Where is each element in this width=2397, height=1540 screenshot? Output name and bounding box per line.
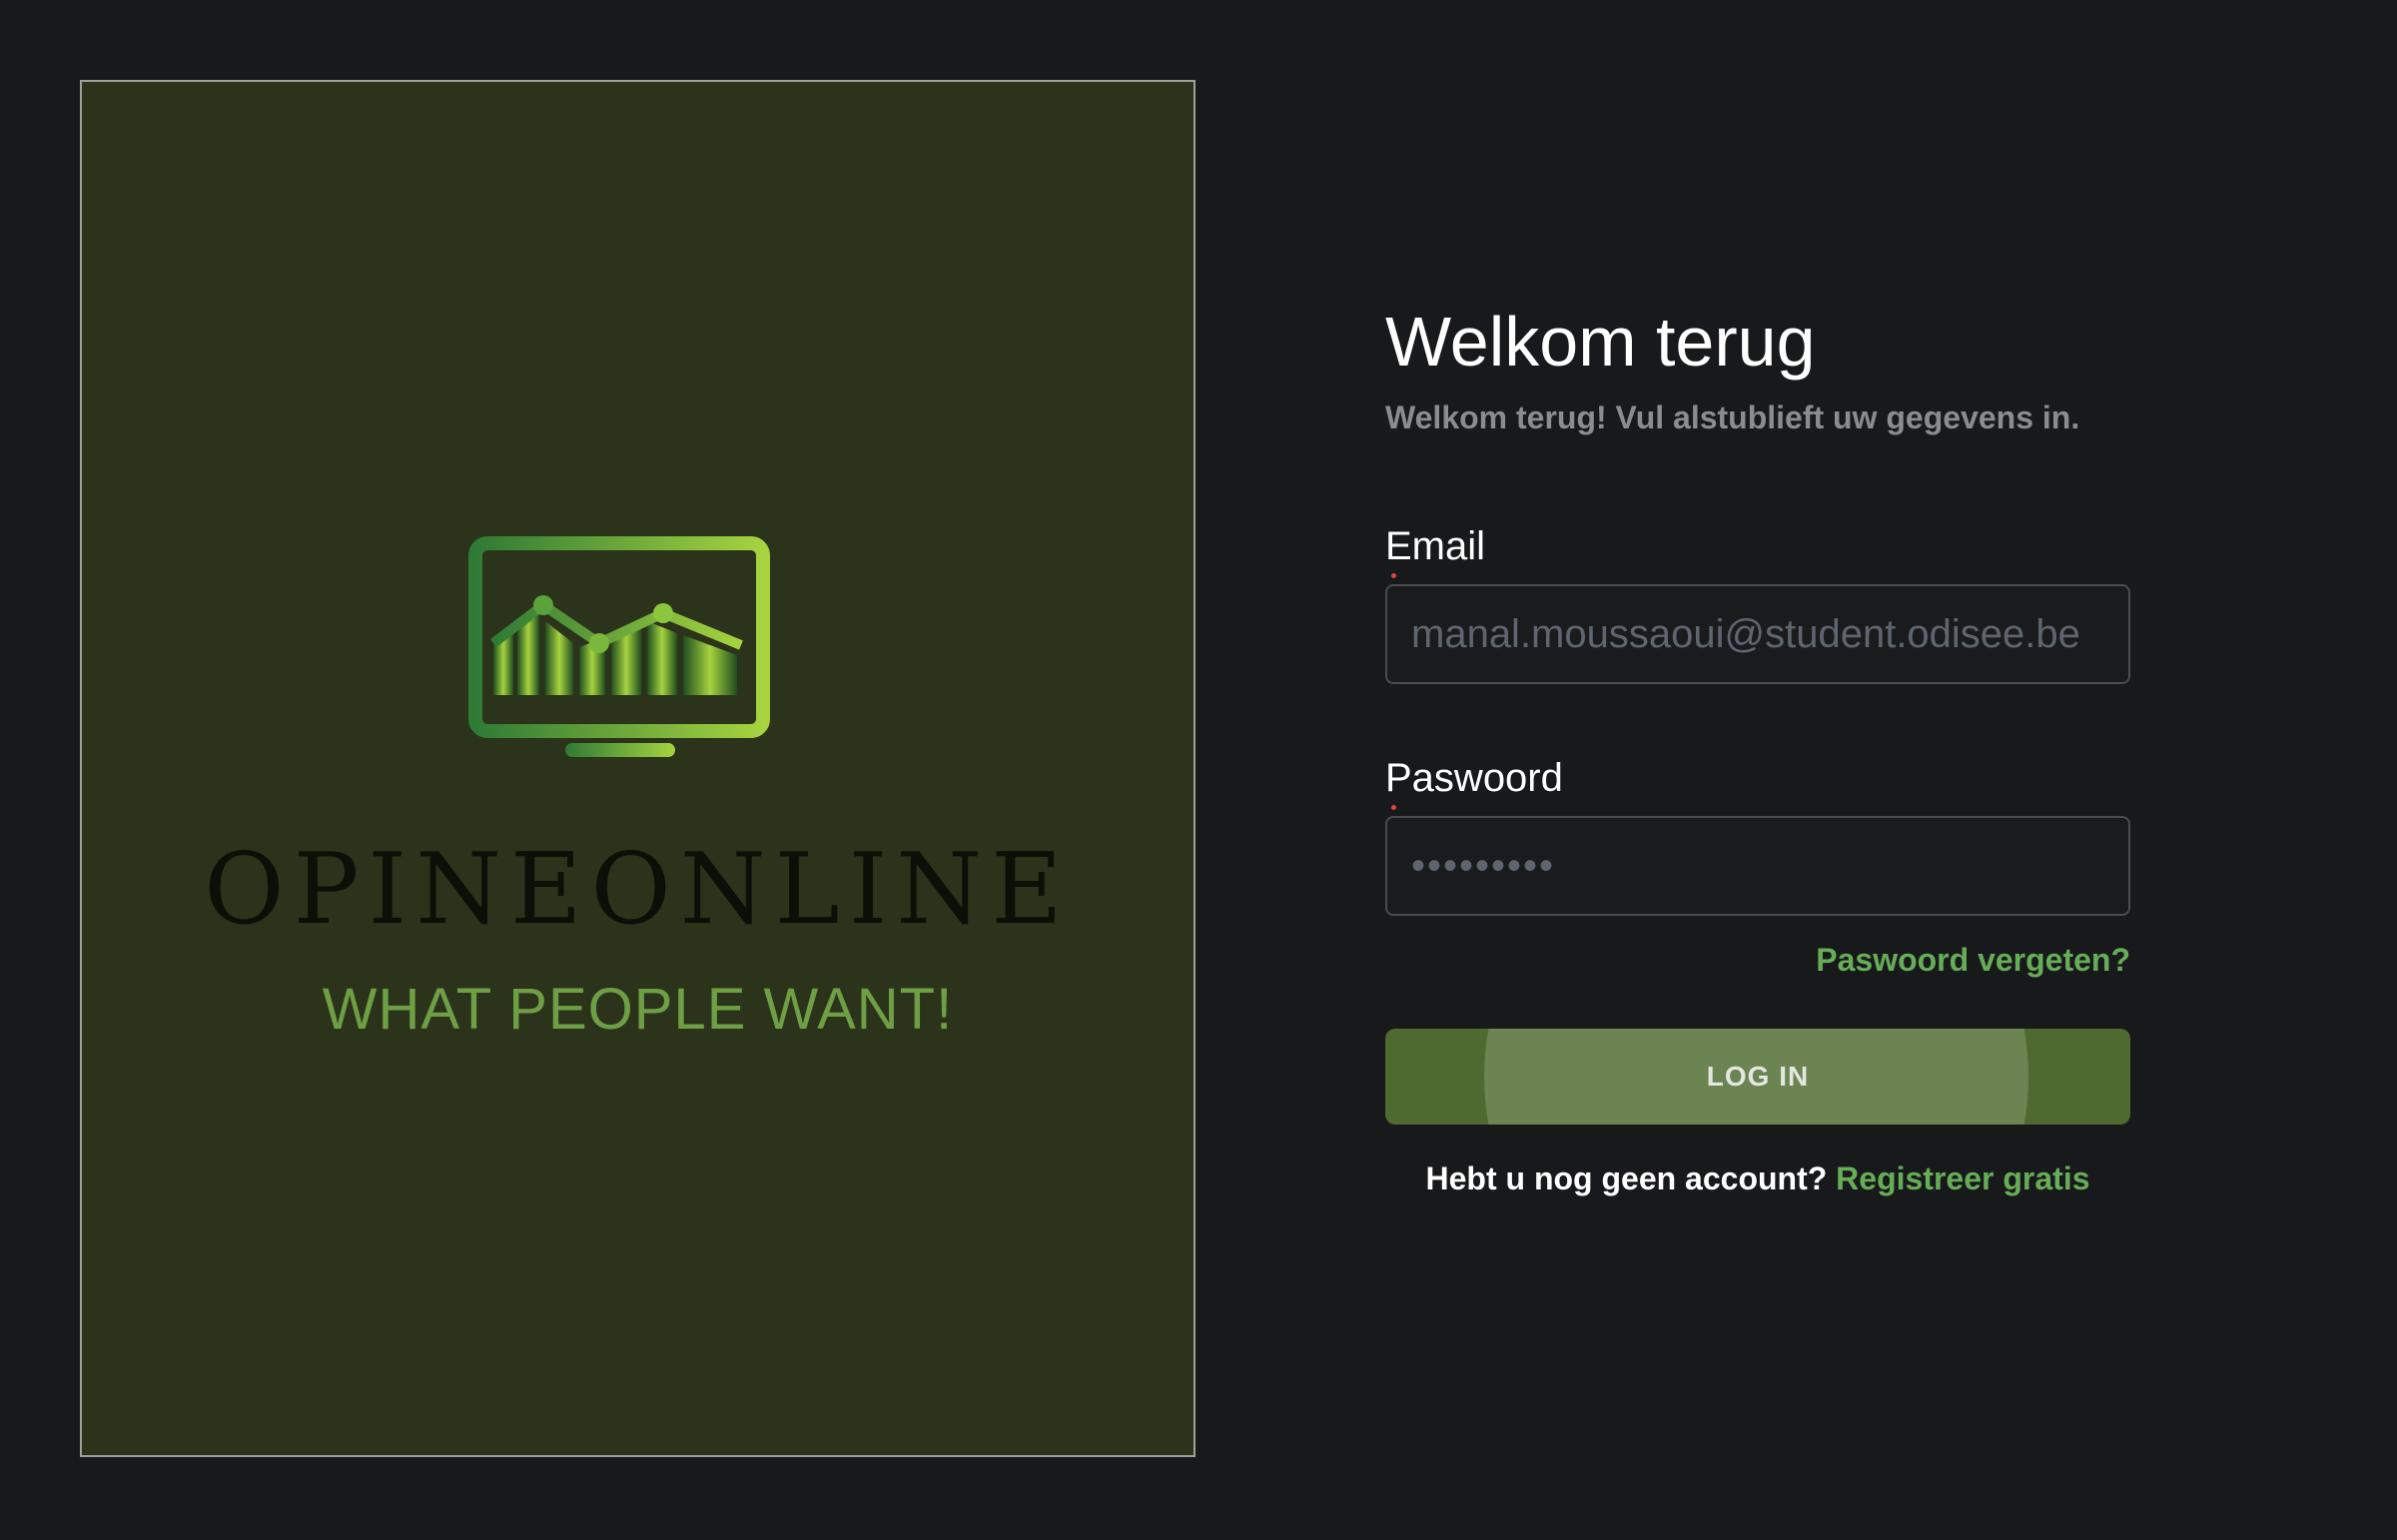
brand-wordmark: OPINEONLINE <box>204 833 1072 947</box>
page-title: Welkom terug <box>1385 303 1816 381</box>
forgot-password-row: Paswoord vergeten? <box>1385 942 2130 979</box>
brand-panel: OPINEONLINE WHAT PEOPLE WANT! <box>80 80 1196 1457</box>
email-label: Email <box>1385 524 2130 578</box>
monitor-chart-icon <box>468 536 770 757</box>
register-link[interactable]: Registreer gratis <box>1836 1160 2089 1196</box>
required-marker <box>1391 573 1396 578</box>
required-marker <box>1391 805 1396 810</box>
brand-tagline: WHAT PEOPLE WANT! <box>322 977 954 1042</box>
login-button[interactable]: LOG IN <box>1385 1029 2130 1125</box>
email-field[interactable] <box>1385 584 2130 684</box>
password-label: Paswoord <box>1385 756 2130 810</box>
login-form: Welkom terug Welkom terug! Vul alstublie… <box>1385 300 2130 1197</box>
forgot-password-link[interactable]: Paswoord vergeten? <box>1816 942 2130 978</box>
login-button-label: LOG IN <box>1706 1061 1810 1092</box>
email-label-text: Email <box>1385 524 1486 568</box>
page-subtitle: Welkom terug! Vul alstublieft uw gegeven… <box>1385 399 2080 435</box>
brand-logo: OPINEONLINE WHAT PEOPLE WANT! <box>82 82 1194 1455</box>
password-field[interactable] <box>1385 816 2130 916</box>
no-account-text: Hebt u nog geen account? <box>1425 1160 1837 1196</box>
signup-row: Hebt u nog geen account? Registreer grat… <box>1385 1160 2130 1197</box>
password-label-text: Paswoord <box>1385 756 1563 800</box>
